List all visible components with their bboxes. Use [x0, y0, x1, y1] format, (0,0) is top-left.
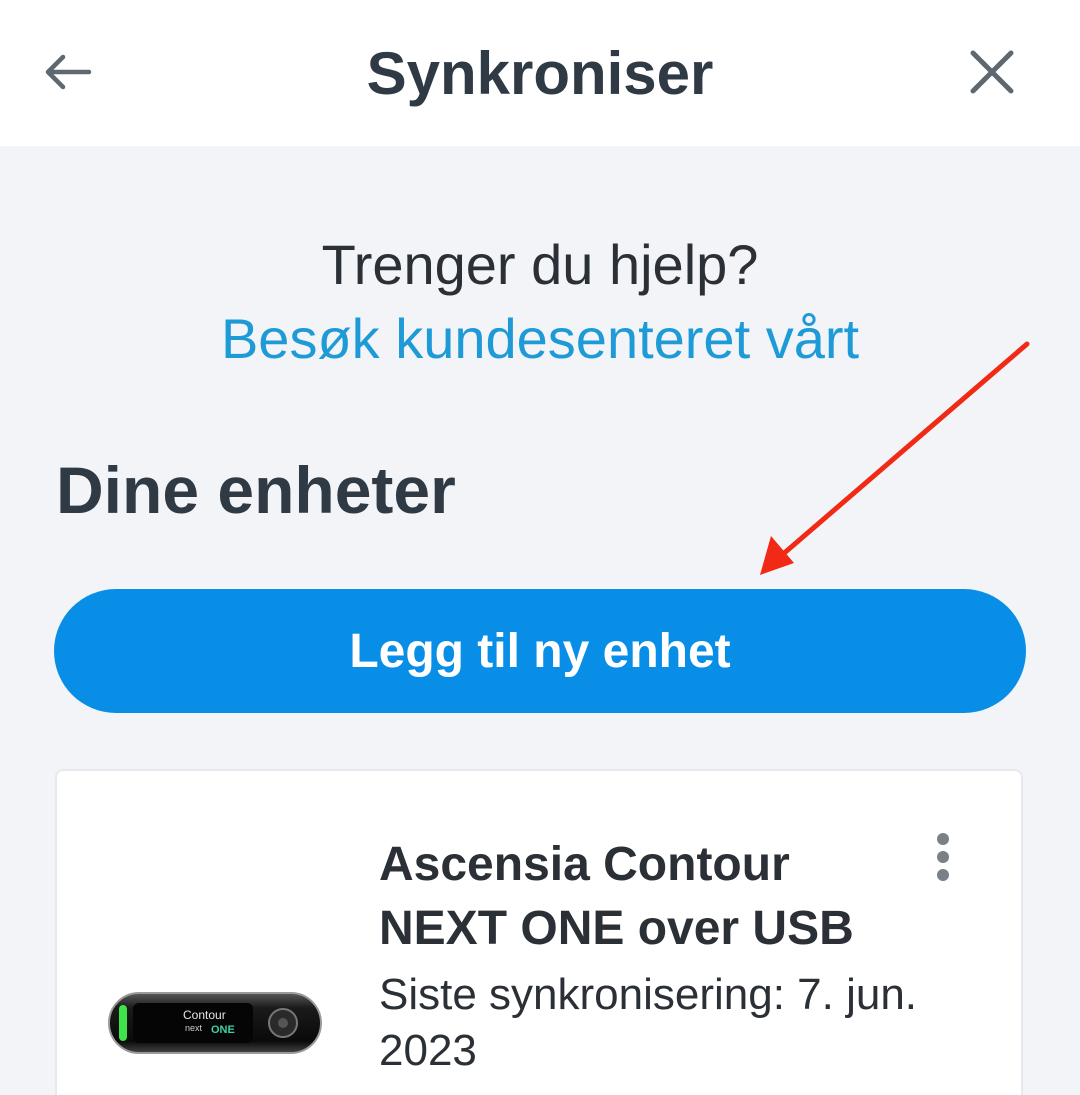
help-question: Trenger du hjelp?	[321, 233, 759, 296]
device-menu-button[interactable]	[919, 823, 967, 891]
svg-text:ONE: ONE	[211, 1024, 235, 1036]
arrow-left-icon	[43, 52, 93, 97]
more-vertical-icon-dot	[937, 851, 949, 863]
add-device-button[interactable]: Legg til ny enhet	[54, 589, 1026, 713]
back-button[interactable]	[28, 36, 108, 112]
sync-screen: Synkroniser Trenger du hjelp? Besøk kund…	[0, 0, 1080, 1095]
device-card[interactable]: Contour next ONE Ascensia Contour NEXT O…	[55, 769, 1023, 1095]
page-title: Synkroniser	[366, 40, 714, 107]
top-app-bar: Synkroniser	[0, 0, 1080, 146]
glucose-meter-image: Contour next ONE	[107, 989, 323, 1057]
close-icon	[969, 49, 1015, 100]
device-name: Ascensia Contour NEXT ONE over USB	[379, 838, 854, 955]
device-last-sync: Siste synkronisering: 7. jun. 2023	[379, 970, 918, 1075]
more-vertical-icon-dot	[937, 869, 949, 881]
more-vertical-icon	[937, 833, 949, 845]
section-title-devices: Dine enheter	[56, 453, 456, 527]
close-button[interactable]	[952, 36, 1032, 112]
svg-text:Contour: Contour	[183, 1008, 226, 1022]
svg-text:next: next	[185, 1023, 203, 1033]
customer-center-link[interactable]: Besøk kundesenteret vårt	[0, 304, 1080, 374]
